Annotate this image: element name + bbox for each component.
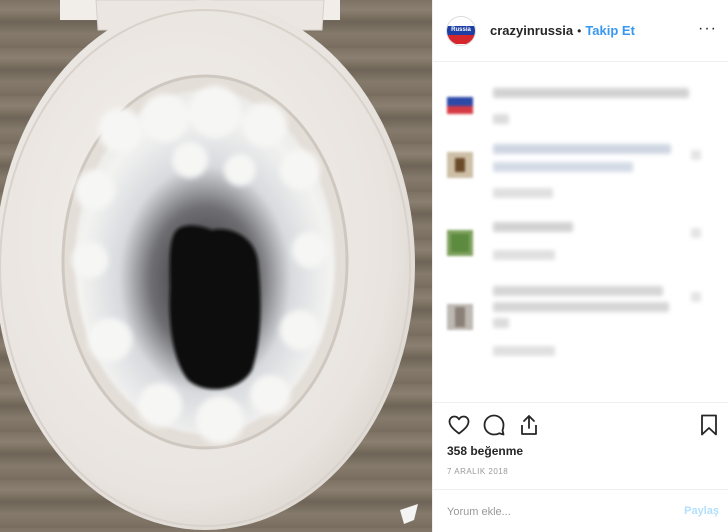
comment-avatar[interactable]	[447, 88, 473, 114]
comment-form: Paylaş	[433, 489, 728, 532]
bookmark-icon[interactable]	[697, 413, 721, 437]
username-link[interactable]: crazyinrussia	[490, 23, 573, 38]
comment-input[interactable]	[447, 502, 667, 522]
post-comment-button[interactable]: Paylaş	[684, 505, 719, 517]
comment-avatar[interactable]	[447, 230, 473, 256]
share-icon[interactable]	[517, 413, 541, 437]
separator-dot: •	[577, 23, 582, 38]
heart-icon[interactable]	[447, 413, 471, 437]
post-photo[interactable]	[0, 0, 432, 532]
follow-button[interactable]: Takip Et	[585, 23, 635, 38]
frozen-toilet-image	[0, 0, 418, 530]
post-date[interactable]: 7 ARALIK 2018	[447, 467, 508, 476]
likes-count[interactable]: 358 beğenme	[447, 444, 523, 458]
comment-icon[interactable]	[482, 413, 506, 437]
post-sidebar: Russia crazyinrussia • Takip Et ··· 358 …	[432, 0, 728, 532]
post-header: Russia crazyinrussia • Takip Et ···	[433, 0, 728, 62]
more-options-icon[interactable]: ···	[698, 21, 717, 37]
avatar[interactable]: Russia	[446, 15, 476, 46]
comment-avatar[interactable]	[447, 152, 473, 178]
avatar-label: Russia	[451, 26, 471, 33]
comment-avatar[interactable]	[447, 304, 473, 330]
post-actions: 358 beğenme 7 ARALIK 2018 Paylaş	[433, 402, 728, 532]
